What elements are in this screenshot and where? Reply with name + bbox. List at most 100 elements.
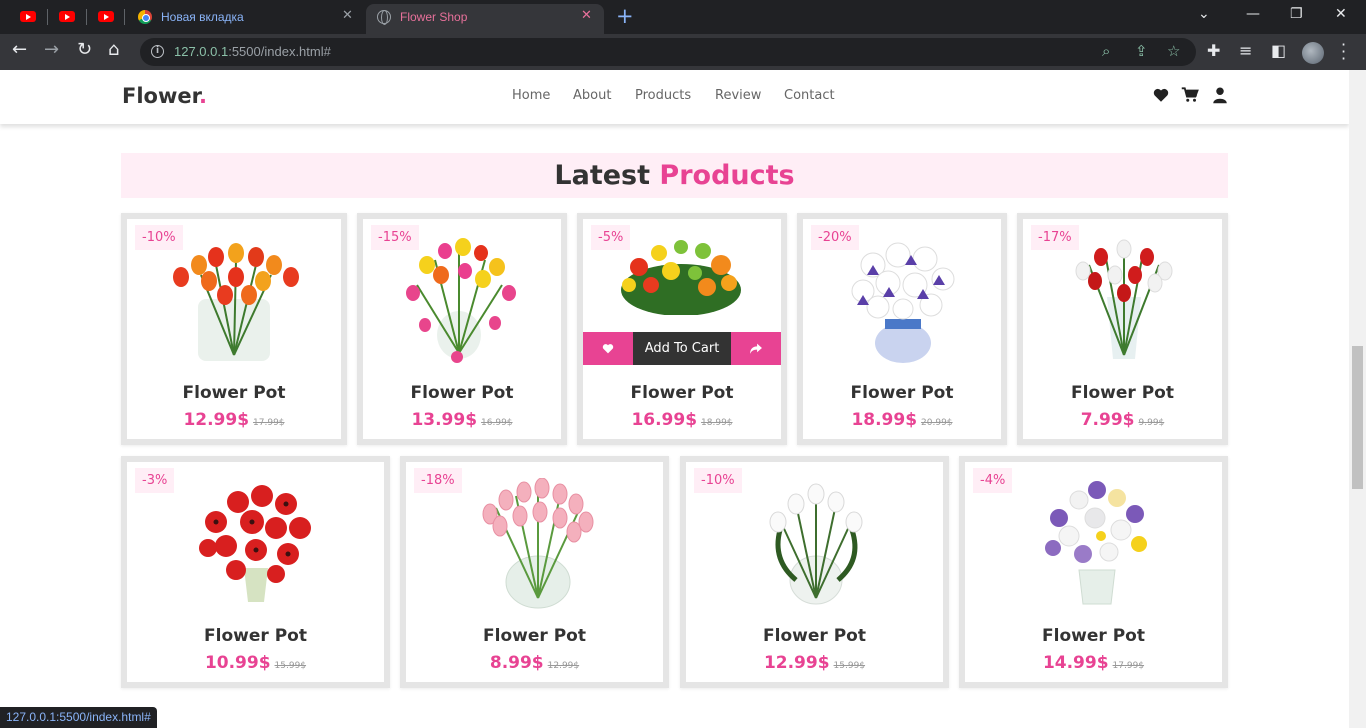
address-bar[interactable]: i 127.0.0.1:5500/index.html# ⌕ ⇪ ☆: [140, 38, 1196, 66]
cart-icon[interactable]: [1181, 86, 1199, 104]
nav-about[interactable]: About: [573, 88, 611, 103]
product-card[interactable]: -17% Flower Pot 7.99$ 9.99$: [1017, 213, 1228, 445]
product-price: 13.99$ 16.99$: [411, 410, 513, 430]
tab-separator: [86, 9, 87, 25]
product-card[interactable]: -5% Add To Cart Flower Pot 16.99$ 18.99$: [577, 213, 787, 445]
reload-icon[interactable]: ↻: [77, 39, 92, 60]
old-price: 9.99$: [1138, 418, 1165, 428]
product-name: Flower Pot: [630, 383, 734, 403]
flower-image: [769, 483, 863, 605]
web-page: Flower. Home About Products Review Conta…: [0, 70, 1349, 728]
extensions-icon[interactable]: ✚: [1207, 41, 1220, 60]
home-icon[interactable]: ⌂: [108, 39, 119, 60]
tab-separator: [124, 9, 125, 25]
side-panel-icon[interactable]: ◧: [1271, 41, 1286, 60]
flower-image: [406, 238, 516, 363]
close-icon[interactable]: ✕: [581, 8, 592, 23]
reading-list-icon[interactable]: ≡: [1239, 41, 1252, 60]
product-card[interactable]: -10% Flower Pot 12.99$ 15.99$: [680, 456, 949, 688]
site-header: Flower. Home About Products Review Conta…: [0, 70, 1349, 124]
nav-products[interactable]: Products: [635, 88, 691, 103]
product-name: Flower Pot: [1042, 626, 1145, 646]
pinned-tab-youtube[interactable]: [17, 7, 39, 27]
site-info-icon[interactable]: i: [151, 45, 164, 58]
youtube-icon: [20, 11, 36, 22]
old-price: 17.99$: [1112, 661, 1145, 671]
restore-button[interactable]: ❐: [1290, 6, 1303, 22]
nav-contact[interactable]: Contact: [784, 88, 835, 103]
browser-toolbar: ← → ↻ ⌂ i 127.0.0.1:5500/index.html# ⌕ ⇪…: [0, 34, 1366, 70]
product-price: 7.99$ 9.99$: [1080, 410, 1165, 430]
add-to-cart-button[interactable]: Add To Cart: [633, 332, 731, 365]
product-price: 8.99$ 12.99$: [489, 653, 580, 673]
close-icon[interactable]: ✕: [342, 8, 353, 23]
scrollbar-thumb[interactable]: [1352, 346, 1363, 489]
flower-image: [621, 240, 741, 315]
old-price: 12.99$: [547, 661, 580, 671]
heart-icon[interactable]: [1152, 86, 1170, 104]
tab-title: Новая вкладка: [161, 10, 244, 24]
product-card[interactable]: -20% Flower Pot 18.99$ 20.99$: [797, 213, 1007, 445]
product-card[interactable]: -3% Flower Pot 10.99$ 15.99$: [121, 456, 390, 688]
flower-image: [173, 243, 299, 361]
page-scrollbar[interactable]: [1349, 70, 1366, 728]
youtube-icon: [98, 11, 114, 22]
tab-flower-shop[interactable]: Flower Shop ✕: [366, 4, 604, 34]
product-price: 12.99$ 17.99$: [183, 410, 285, 430]
old-price: 20.99$: [921, 418, 953, 428]
bookmark-star-icon[interactable]: ☆: [1167, 42, 1180, 60]
nav-review[interactable]: Review: [715, 88, 761, 103]
new-tab-button[interactable]: +: [616, 4, 634, 28]
product-card[interactable]: -15% Flower Pot 13.99$ 16.99$: [357, 213, 567, 445]
product-action-bar: Add To Cart: [583, 332, 781, 365]
nav-home[interactable]: Home: [512, 88, 550, 103]
old-price: 18.99$: [701, 418, 733, 428]
pinned-tab-youtube[interactable]: [56, 7, 78, 27]
product-price: 18.99$ 20.99$: [851, 410, 953, 430]
url-text[interactable]: 127.0.0.1:5500/index.html#: [174, 44, 331, 59]
heart-icon: [602, 344, 614, 354]
tab-new-tab[interactable]: Новая вкладка ✕: [128, 0, 364, 34]
back-icon[interactable]: ←: [12, 39, 27, 60]
flower-image: [199, 485, 311, 602]
flower-image: [851, 242, 955, 363]
product-name: Flower Pot: [204, 626, 307, 646]
site-logo[interactable]: Flower.: [122, 84, 207, 108]
flower-image: [482, 478, 594, 609]
tab-separator: [47, 9, 48, 25]
product-card[interactable]: -18% Flower Pot 8.99$ 12.99$: [400, 456, 669, 688]
product-name: Flower Pot: [182, 383, 286, 403]
product-card[interactable]: -10% Flower Pot 12.99$ 17.99$: [121, 213, 347, 445]
status-bar-url: 127.0.0.1:5500/index.html#: [0, 707, 157, 728]
tab-search-icon[interactable]: ⌄: [1198, 6, 1210, 22]
flower-image: [1045, 481, 1147, 605]
product-name: Flower Pot: [483, 626, 586, 646]
discount-badge: -10%: [694, 468, 742, 493]
close-window-button[interactable]: ✕: [1335, 6, 1347, 22]
tab-title: Flower Shop: [400, 10, 468, 24]
profile-avatar[interactable]: [1302, 42, 1324, 64]
product-price: 16.99$ 18.99$: [631, 410, 733, 430]
forward-icon[interactable]: →: [44, 39, 59, 60]
product-name: Flower Pot: [410, 383, 514, 403]
product-name: Flower Pot: [1071, 383, 1174, 403]
wishlist-button[interactable]: [583, 332, 633, 365]
browser-tab-strip: Новая вкладка ✕ Flower Shop ✕ + ⌄ — ❐ ✕: [0, 0, 1366, 34]
share-icon[interactable]: ⇪: [1135, 42, 1148, 60]
section-heading: Latest Products: [121, 153, 1228, 198]
youtube-icon: [59, 11, 75, 22]
share-button[interactable]: [731, 332, 781, 365]
pinned-tab-youtube[interactable]: [95, 7, 117, 27]
flower-image: [1075, 239, 1173, 359]
globe-icon: [377, 10, 391, 25]
product-price: 12.99$ 15.99$: [763, 653, 866, 673]
minimize-button[interactable]: —: [1246, 6, 1260, 22]
old-price: 17.99$: [253, 418, 285, 428]
menu-icon[interactable]: · · ·: [1341, 37, 1346, 67]
zoom-icon[interactable]: ⌕: [1102, 42, 1110, 60]
product-card[interactable]: -4% Flower Pot 14.99$ 17.99$: [959, 456, 1228, 688]
old-price: 15.99$: [833, 661, 866, 671]
discount-badge: -18%: [414, 468, 462, 493]
user-icon[interactable]: [1211, 86, 1229, 104]
share-icon: [750, 343, 762, 354]
